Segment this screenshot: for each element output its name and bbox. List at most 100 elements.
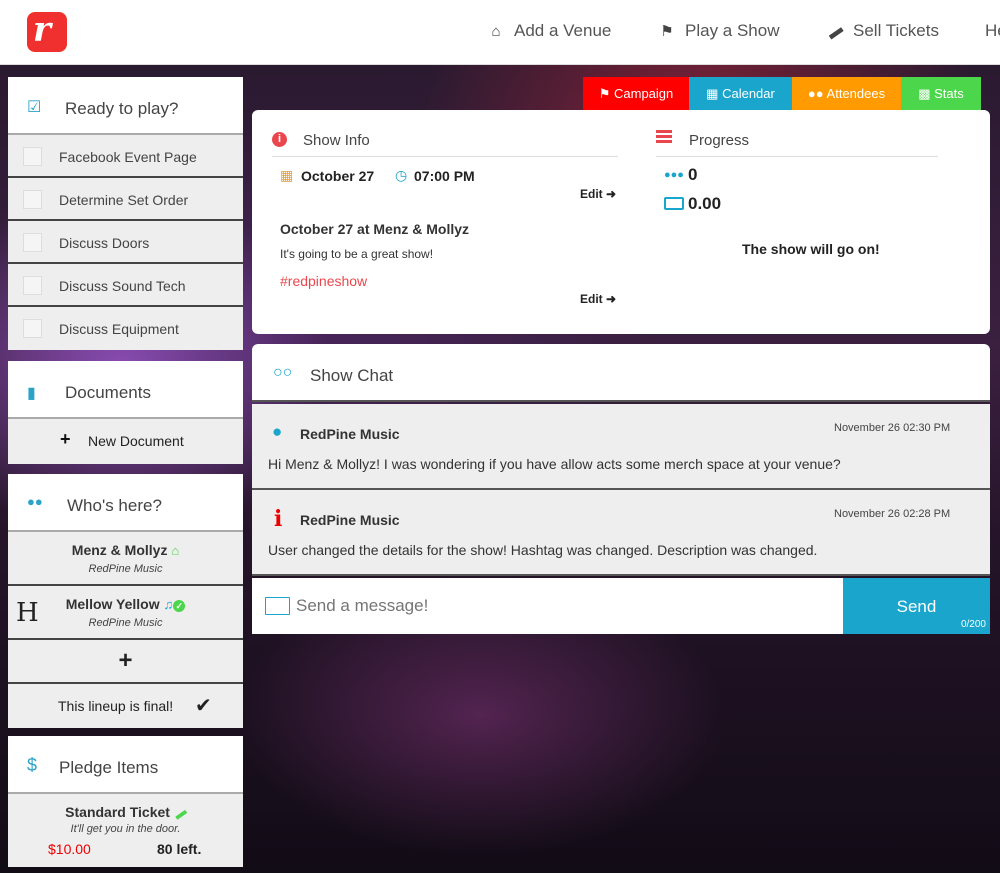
- lineup-final-row[interactable]: This lineup is final! ✔: [8, 684, 243, 728]
- progress-title: Progress: [689, 132, 750, 149]
- redpine-logo[interactable]: r: [27, 10, 67, 52]
- ticket-icon: ▬: [170, 803, 189, 823]
- checkbox[interactable]: [23, 276, 42, 295]
- act-row[interactable]: H Mellow Yellow ♫ ✓ RedPine Music: [8, 586, 243, 640]
- message-composer: [252, 578, 843, 634]
- pledge-item-left: 80 left.: [157, 841, 202, 857]
- message-time: November 26 02:28 PM: [834, 508, 951, 520]
- checklist-item[interactable]: Discuss Equipment: [8, 307, 243, 350]
- clock-icon: ◷: [395, 167, 408, 183]
- act-row[interactable]: Menz & Mollyz ⌂ RedPine Music: [8, 532, 243, 586]
- message-time: November 26 02:30 PM: [834, 422, 951, 434]
- flag-icon: ⚑: [660, 23, 674, 40]
- plus-icon: +: [118, 647, 133, 674]
- edit-details-button[interactable]: Edit ➜: [580, 292, 616, 306]
- show-hashtag: #redpineshow: [280, 273, 368, 289]
- dollar-icon: $: [27, 755, 38, 775]
- envelope-icon: [265, 597, 290, 615]
- char-counter: 0/200: [960, 619, 986, 630]
- ticket-icon: ▬: [823, 20, 847, 43]
- checkbox[interactable]: [23, 233, 42, 252]
- add-act-button[interactable]: +: [8, 640, 243, 684]
- check-icon: ✔: [195, 695, 212, 717]
- divider: [272, 156, 618, 157]
- documents-title: Documents: [65, 383, 151, 402]
- new-document-button[interactable]: + New Document: [8, 419, 243, 464]
- divider: [656, 156, 938, 157]
- info-icon: i: [274, 506, 283, 532]
- act-name: Menz & Mollyz: [71, 542, 168, 558]
- pledge-item-desc: It'll get you in the door.: [70, 823, 181, 835]
- flag-icon: ⚑: [598, 86, 611, 101]
- info-circle-icon: i: [272, 132, 287, 147]
- checklist-item[interactable]: Facebook Event Page: [8, 135, 243, 178]
- calendar-icon: ▦: [706, 86, 719, 101]
- music-note-icon: ♫: [163, 597, 174, 612]
- pledge-items-panel: $ Pledge Items Standard Ticket ▬ It'll g…: [8, 736, 243, 867]
- checkbox-checked-icon: ☑: [27, 99, 42, 116]
- nav-sell-tickets[interactable]: ▬ Sell Tickets: [823, 20, 939, 43]
- show-description: It's going to be a great show!: [280, 247, 434, 261]
- tab-campaign[interactable]: ⚑ Campaign: [583, 77, 689, 110]
- verified-icon: ✓: [173, 600, 186, 612]
- message-author: RedPine Music: [300, 426, 400, 442]
- nav-play-show[interactable]: ⚑ Play a Show: [657, 21, 779, 41]
- checkbox[interactable]: [23, 147, 42, 166]
- home-icon: ⌂: [171, 543, 180, 558]
- act-name: Mellow Yellow: [65, 596, 160, 612]
- checkbox[interactable]: [23, 319, 42, 338]
- documents-panel: ▮ Documents + New Document: [8, 361, 243, 464]
- users-icon: ●●●: [664, 169, 684, 181]
- act-sub: RedPine Music: [88, 617, 163, 629]
- show-headline: October 27 at Menz & Mollyz: [280, 221, 470, 237]
- plus-icon: +: [60, 429, 71, 449]
- ready-to-play-panel: ☑ Ready to play? Facebook Event Page Det…: [8, 77, 243, 350]
- arrow-right-icon: ➜: [606, 187, 617, 201]
- users-icon: ●●: [807, 86, 824, 101]
- lineup-final-label: This lineup is final!: [58, 698, 174, 714]
- message-text: Hi Menz & Mollyz! I was wondering if you…: [268, 456, 841, 472]
- nav-help[interactable]: He: [985, 21, 1000, 41]
- chat-message: i RedPine Music November 26 02:28 PM Use…: [252, 490, 990, 576]
- checklist-item[interactable]: Discuss Doors: [8, 221, 243, 264]
- money-icon: [664, 197, 684, 210]
- act-sub: RedPine Music: [88, 563, 163, 575]
- edit-datetime-button[interactable]: Edit ➜: [580, 187, 616, 201]
- ready-header: ☑ Ready to play?: [8, 77, 243, 135]
- arrow-right-icon: ➜: [606, 292, 617, 306]
- pledge-item[interactable]: Standard Ticket ▬ It'll get you in the d…: [8, 794, 243, 867]
- show-time: 07:00 PM: [414, 168, 475, 184]
- whos-here-title: Who's here?: [67, 496, 162, 515]
- message-author: RedPine Music: [300, 512, 400, 528]
- ready-title: Ready to play?: [65, 99, 179, 118]
- message-text: User changed the details for the show! H…: [268, 542, 818, 558]
- top-navbar: r ⌂ Add a Venue ⚑ Play a Show ▬ Sell Ticket…: [0, 0, 1000, 65]
- show-status: The show will go on!: [742, 241, 880, 257]
- chat-title: Show Chat: [310, 366, 394, 385]
- show-info-card: i Show Info ▦ October 27 ◷ 07:00 PM Edit…: [252, 110, 990, 334]
- tab-attendees[interactable]: ●● Attendees: [792, 77, 901, 110]
- pledge-item-name: Standard Ticket: [65, 804, 170, 820]
- show-info-title: Show Info: [303, 132, 370, 149]
- attendee-count: 0: [688, 165, 698, 184]
- home-icon: ⌂: [491, 23, 501, 40]
- checklist-item[interactable]: Discuss Sound Tech: [8, 264, 243, 307]
- message-input[interactable]: [296, 588, 826, 624]
- user-icon: ●: [272, 422, 283, 441]
- checklist-item[interactable]: Determine Set Order: [8, 178, 243, 221]
- nav-add-venue[interactable]: ⌂ Add a Venue: [486, 21, 611, 41]
- chat-message: ● RedPine Music November 26 02:30 PM Hi …: [252, 404, 990, 490]
- tab-calendar[interactable]: ▦ Calendar: [689, 77, 792, 110]
- pledge-item-price: $10.00: [48, 841, 91, 857]
- chat-header: ○○ Show Chat: [252, 344, 990, 402]
- tab-stats[interactable]: ▩ Stats: [901, 77, 981, 110]
- progress-bars-icon: [656, 130, 672, 144]
- checkbox[interactable]: [23, 190, 42, 209]
- bar-chart-icon: ▩: [918, 86, 931, 101]
- send-button[interactable]: Send 0/200: [843, 578, 990, 634]
- pledge-title: Pledge Items: [59, 758, 159, 777]
- book-icon: ▮: [27, 385, 36, 402]
- pledged-amount: 0.00: [688, 194, 722, 213]
- comments-icon: ○○: [273, 364, 293, 381]
- show-date: October 27: [301, 168, 375, 184]
